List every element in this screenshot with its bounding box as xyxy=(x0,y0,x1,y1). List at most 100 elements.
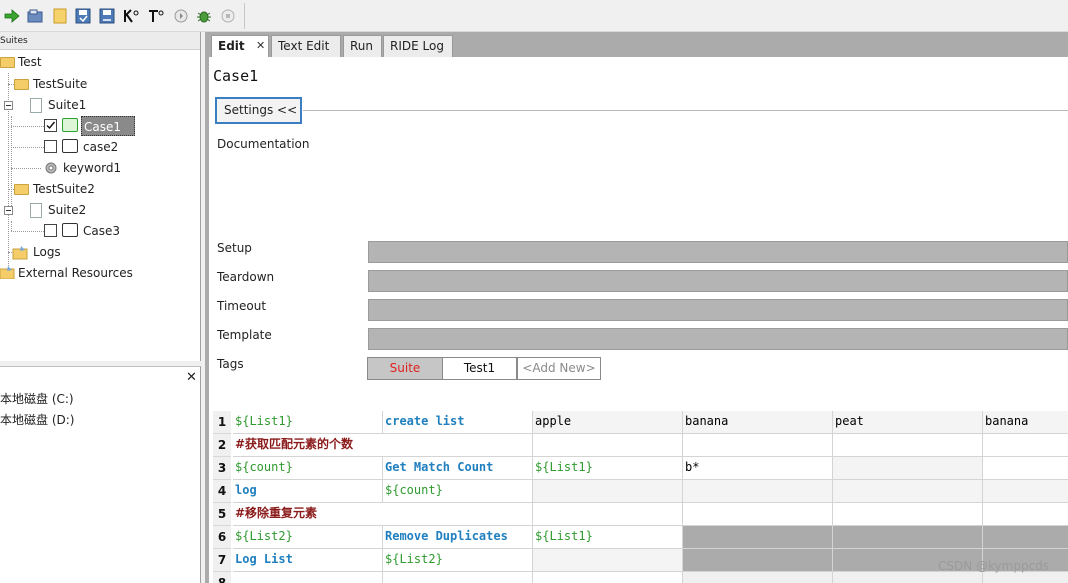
new-folder-icon[interactable] xyxy=(52,8,68,24)
grid-cell[interactable] xyxy=(533,572,683,583)
open-icon[interactable] xyxy=(27,8,43,24)
checkbox-case2[interactable] xyxy=(44,140,57,153)
grid-cell[interactable]: ${List1} xyxy=(533,457,683,480)
grid-cell[interactable] xyxy=(983,457,1068,480)
tree-item-keyword1[interactable]: keyword1 xyxy=(63,158,121,178)
tab-close-icon[interactable]: ✕ xyxy=(256,36,265,56)
documentation-label: Documentation xyxy=(217,137,310,151)
tree-item-suite1[interactable]: Suite1 xyxy=(48,95,86,115)
tag-suite[interactable]: Suite xyxy=(367,357,443,380)
documentation-field[interactable] xyxy=(368,136,1068,237)
row-number[interactable]: 8 xyxy=(213,572,231,583)
grid-cell[interactable]: peat xyxy=(833,411,983,434)
checkbox-case1[interactable] xyxy=(44,119,57,132)
template-field[interactable] xyxy=(368,328,1068,350)
pause-icon[interactable] xyxy=(220,8,236,24)
grid-cell[interactable] xyxy=(983,503,1068,526)
grid-cell[interactable] xyxy=(833,434,983,457)
grid-cell[interactable] xyxy=(233,572,383,583)
row-number[interactable]: 7 xyxy=(213,549,231,572)
drive-item[interactable]: 本地磁盘 (C:) xyxy=(0,389,74,409)
row-number[interactable]: 6 xyxy=(213,526,231,549)
grid-cell[interactable]: log xyxy=(233,480,383,503)
grid-cell[interactable] xyxy=(833,480,983,503)
grid-cell[interactable]: apple xyxy=(533,411,683,434)
drive-item[interactable]: 本地磁盘 (D:) xyxy=(0,410,74,430)
setup-field[interactable] xyxy=(368,241,1068,263)
grid-cell[interactable] xyxy=(383,503,533,526)
run-icon[interactable] xyxy=(4,8,20,24)
grid-cell[interactable] xyxy=(983,434,1068,457)
collapse-icon[interactable] xyxy=(4,101,13,110)
tree-item-test[interactable]: Test xyxy=(18,52,42,72)
row-number[interactable]: 3 xyxy=(213,457,231,480)
tab-run[interactable]: Run xyxy=(343,35,382,57)
stop-icon[interactable] xyxy=(173,8,189,24)
test-case-icon xyxy=(62,118,78,132)
grid-cell[interactable] xyxy=(383,434,533,457)
grid-cell[interactable]: ${List2} xyxy=(383,549,533,572)
teardown-field[interactable] xyxy=(368,270,1068,292)
grid-cell[interactable] xyxy=(983,572,1068,583)
grid-cell[interactable]: Remove Duplicates xyxy=(383,526,533,549)
grid-cell[interactable] xyxy=(533,549,683,572)
search-keywords-icon[interactable] xyxy=(123,8,139,24)
grid-cell[interactable] xyxy=(833,526,983,549)
row-number[interactable]: 4 xyxy=(213,480,231,503)
grid-cell[interactable]: Log List xyxy=(233,549,383,572)
tab-text-edit[interactable]: Text Edit xyxy=(271,35,341,57)
grid-cell[interactable] xyxy=(533,434,683,457)
grid-cell[interactable] xyxy=(983,526,1068,549)
row-number[interactable]: 5 xyxy=(213,503,231,526)
tree-item-testsuite2[interactable]: TestSuite2 xyxy=(33,179,95,199)
grid-cell[interactable] xyxy=(833,457,983,480)
grid-cell[interactable] xyxy=(683,503,833,526)
grid-cell[interactable]: Get Match Count xyxy=(383,457,533,480)
tree-item-case1-selected[interactable]: Case1 xyxy=(81,116,135,136)
tree-item-case3[interactable]: Case3 xyxy=(83,221,120,241)
grid-cell[interactable] xyxy=(683,549,833,572)
tree-item-suite2[interactable]: Suite2 xyxy=(48,200,86,220)
row-number[interactable]: 2 xyxy=(213,434,231,457)
tag-add-new[interactable]: <Add New> xyxy=(517,357,601,380)
grid-cell[interactable]: ${List1} xyxy=(233,411,383,434)
grid-cell[interactable]: #移除重复元素 xyxy=(233,503,383,526)
grid-cell[interactable] xyxy=(533,480,683,503)
grid-cell[interactable] xyxy=(683,526,833,549)
grid-cell[interactable] xyxy=(833,503,983,526)
grid-cell[interactable] xyxy=(383,572,533,583)
grid-cell[interactable]: banana xyxy=(683,411,833,434)
settings-toggle-button[interactable]: Settings << xyxy=(215,97,302,124)
tab-edit[interactable]: Edit ✕ xyxy=(211,35,269,58)
grid-cell[interactable] xyxy=(833,572,983,583)
grid-cell[interactable] xyxy=(533,503,683,526)
grid-cell[interactable]: create list xyxy=(383,411,533,434)
grid-cell[interactable] xyxy=(683,572,833,583)
grid-cell[interactable] xyxy=(683,434,833,457)
grid-cell[interactable]: ${count} xyxy=(383,480,533,503)
tree-item-external-resources[interactable]: External Resources xyxy=(18,263,133,283)
grid-cell[interactable]: #获取匹配元素的个数 xyxy=(233,434,383,457)
tree-item-logs[interactable]: Logs xyxy=(33,242,61,262)
grid-cell[interactable] xyxy=(683,480,833,503)
grid-cell[interactable] xyxy=(983,480,1068,503)
grid-cell[interactable]: banana xyxy=(983,411,1068,434)
debug-bug-icon[interactable] xyxy=(196,8,212,24)
save-icon[interactable] xyxy=(75,8,91,24)
tag-test1[interactable]: Test1 xyxy=(442,357,517,380)
search-tests-icon[interactable] xyxy=(148,8,164,24)
save-all-icon[interactable] xyxy=(99,8,115,24)
collapse-icon[interactable] xyxy=(4,206,13,215)
tree-item-testsuite[interactable]: TestSuite xyxy=(33,74,87,94)
external-resources-icon xyxy=(0,266,15,279)
grid-cell[interactable]: ${List2} xyxy=(233,526,383,549)
grid-cell[interactable]: ${count} xyxy=(233,457,383,480)
timeout-field[interactable] xyxy=(368,299,1068,321)
close-icon[interactable]: ✕ xyxy=(186,370,197,385)
tab-ride-log[interactable]: RIDE Log xyxy=(383,35,453,57)
grid-cell[interactable]: b* xyxy=(683,457,833,480)
tree-item-case2[interactable]: case2 xyxy=(83,137,118,157)
checkbox-case3[interactable] xyxy=(44,224,57,237)
grid-cell[interactable]: ${List1} xyxy=(533,526,683,549)
row-number[interactable]: 1 xyxy=(213,411,231,434)
